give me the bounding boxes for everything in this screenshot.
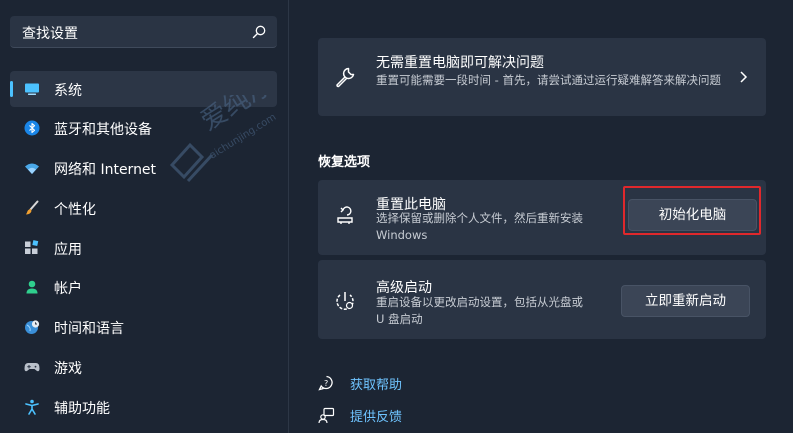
account-icon [26, 280, 38, 294]
search-icon[interactable] [251, 24, 267, 40]
feedback-icon [318, 407, 335, 424]
reset-pc-icon [337, 206, 353, 224]
settings-window: 查找设置 系统 蓝牙和其他设备 网络和 Internet 个性化 应用 帐户 时… [0, 0, 793, 433]
wifi-icon [25, 163, 39, 174]
sidebar-item-label: 时间和语言 [54, 321, 124, 337]
get-help-label: 获取帮助 [350, 378, 403, 393]
watermark-logo: 爱纯净 aichunjing.com [169, 95, 278, 183]
sidebar-item-label: 系统 [54, 83, 82, 99]
svg-text:?: ? [324, 379, 328, 388]
search-placeholder: 查找设置 [22, 26, 78, 42]
brush-icon [26, 200, 39, 215]
reset-pc-desc-line1: 选择保留或删除个人文件，然后重新安装 [376, 211, 583, 225]
gamepad-icon [24, 363, 40, 372]
globe-clock-icon [25, 320, 40, 334]
troubleshoot-desc: 重置可能需要一段时间 - 首先，请尝试通过运行疑难解答来解决问题 [376, 73, 721, 87]
search-input[interactable]: 查找设置 [10, 16, 277, 48]
chevron-right-icon[interactable] [738, 70, 748, 84]
troubleshoot-title: 无需重置电脑即可解决问题 [376, 55, 544, 71]
reset-pc-desc-line2: Windows [376, 228, 428, 242]
active-indicator [10, 81, 13, 97]
advanced-startup-desc-line1: 重启设备以更改启动设置，包括从光盘或 [376, 295, 583, 309]
advanced-startup-desc-line2: U 盘启动 [376, 312, 423, 326]
pane-divider [288, 0, 289, 433]
recovery-options-heading: 恢复选项 [318, 155, 371, 170]
sidebar-item-time-language[interactable]: 时间和语言 [10, 309, 277, 345]
sidebar-item-accounts[interactable]: 帐户 [10, 269, 277, 305]
sidebar-item-gaming[interactable]: 游戏 [10, 349, 277, 385]
sidebar-item-label: 帐户 [54, 281, 82, 297]
sidebar-item-label: 蓝牙和其他设备 [54, 122, 152, 138]
sidebar-item-label: 个性化 [54, 202, 96, 218]
advanced-startup-icon [336, 292, 354, 310]
monitor-icon [25, 83, 39, 95]
accessibility-icon [25, 399, 39, 415]
sidebar-item-apps[interactable]: 应用 [10, 230, 277, 266]
sidebar-item-accessibility[interactable]: 辅助功能 [10, 389, 277, 425]
sidebar-item-label: 游戏 [54, 361, 82, 377]
bluetooth-icon [24, 120, 40, 136]
sidebar-item-label: 网络和 Internet [54, 162, 157, 178]
troubleshoot-card[interactable]: 无需重置电脑即可解决问题 重置可能需要一段时间 - 首先，请尝试通过运行疑难解答… [318, 38, 766, 116]
apps-icon [25, 240, 39, 254]
sidebar-item-label: 应用 [54, 242, 82, 258]
give-feedback-label: 提供反馈 [350, 410, 403, 425]
sidebar-item-label: 辅助功能 [54, 401, 110, 417]
wrench-icon [336, 67, 355, 88]
restart-now-button[interactable]: 立即重新启动 [621, 285, 750, 317]
highlight-box [623, 186, 761, 235]
help-icon: ? [318, 375, 333, 391]
